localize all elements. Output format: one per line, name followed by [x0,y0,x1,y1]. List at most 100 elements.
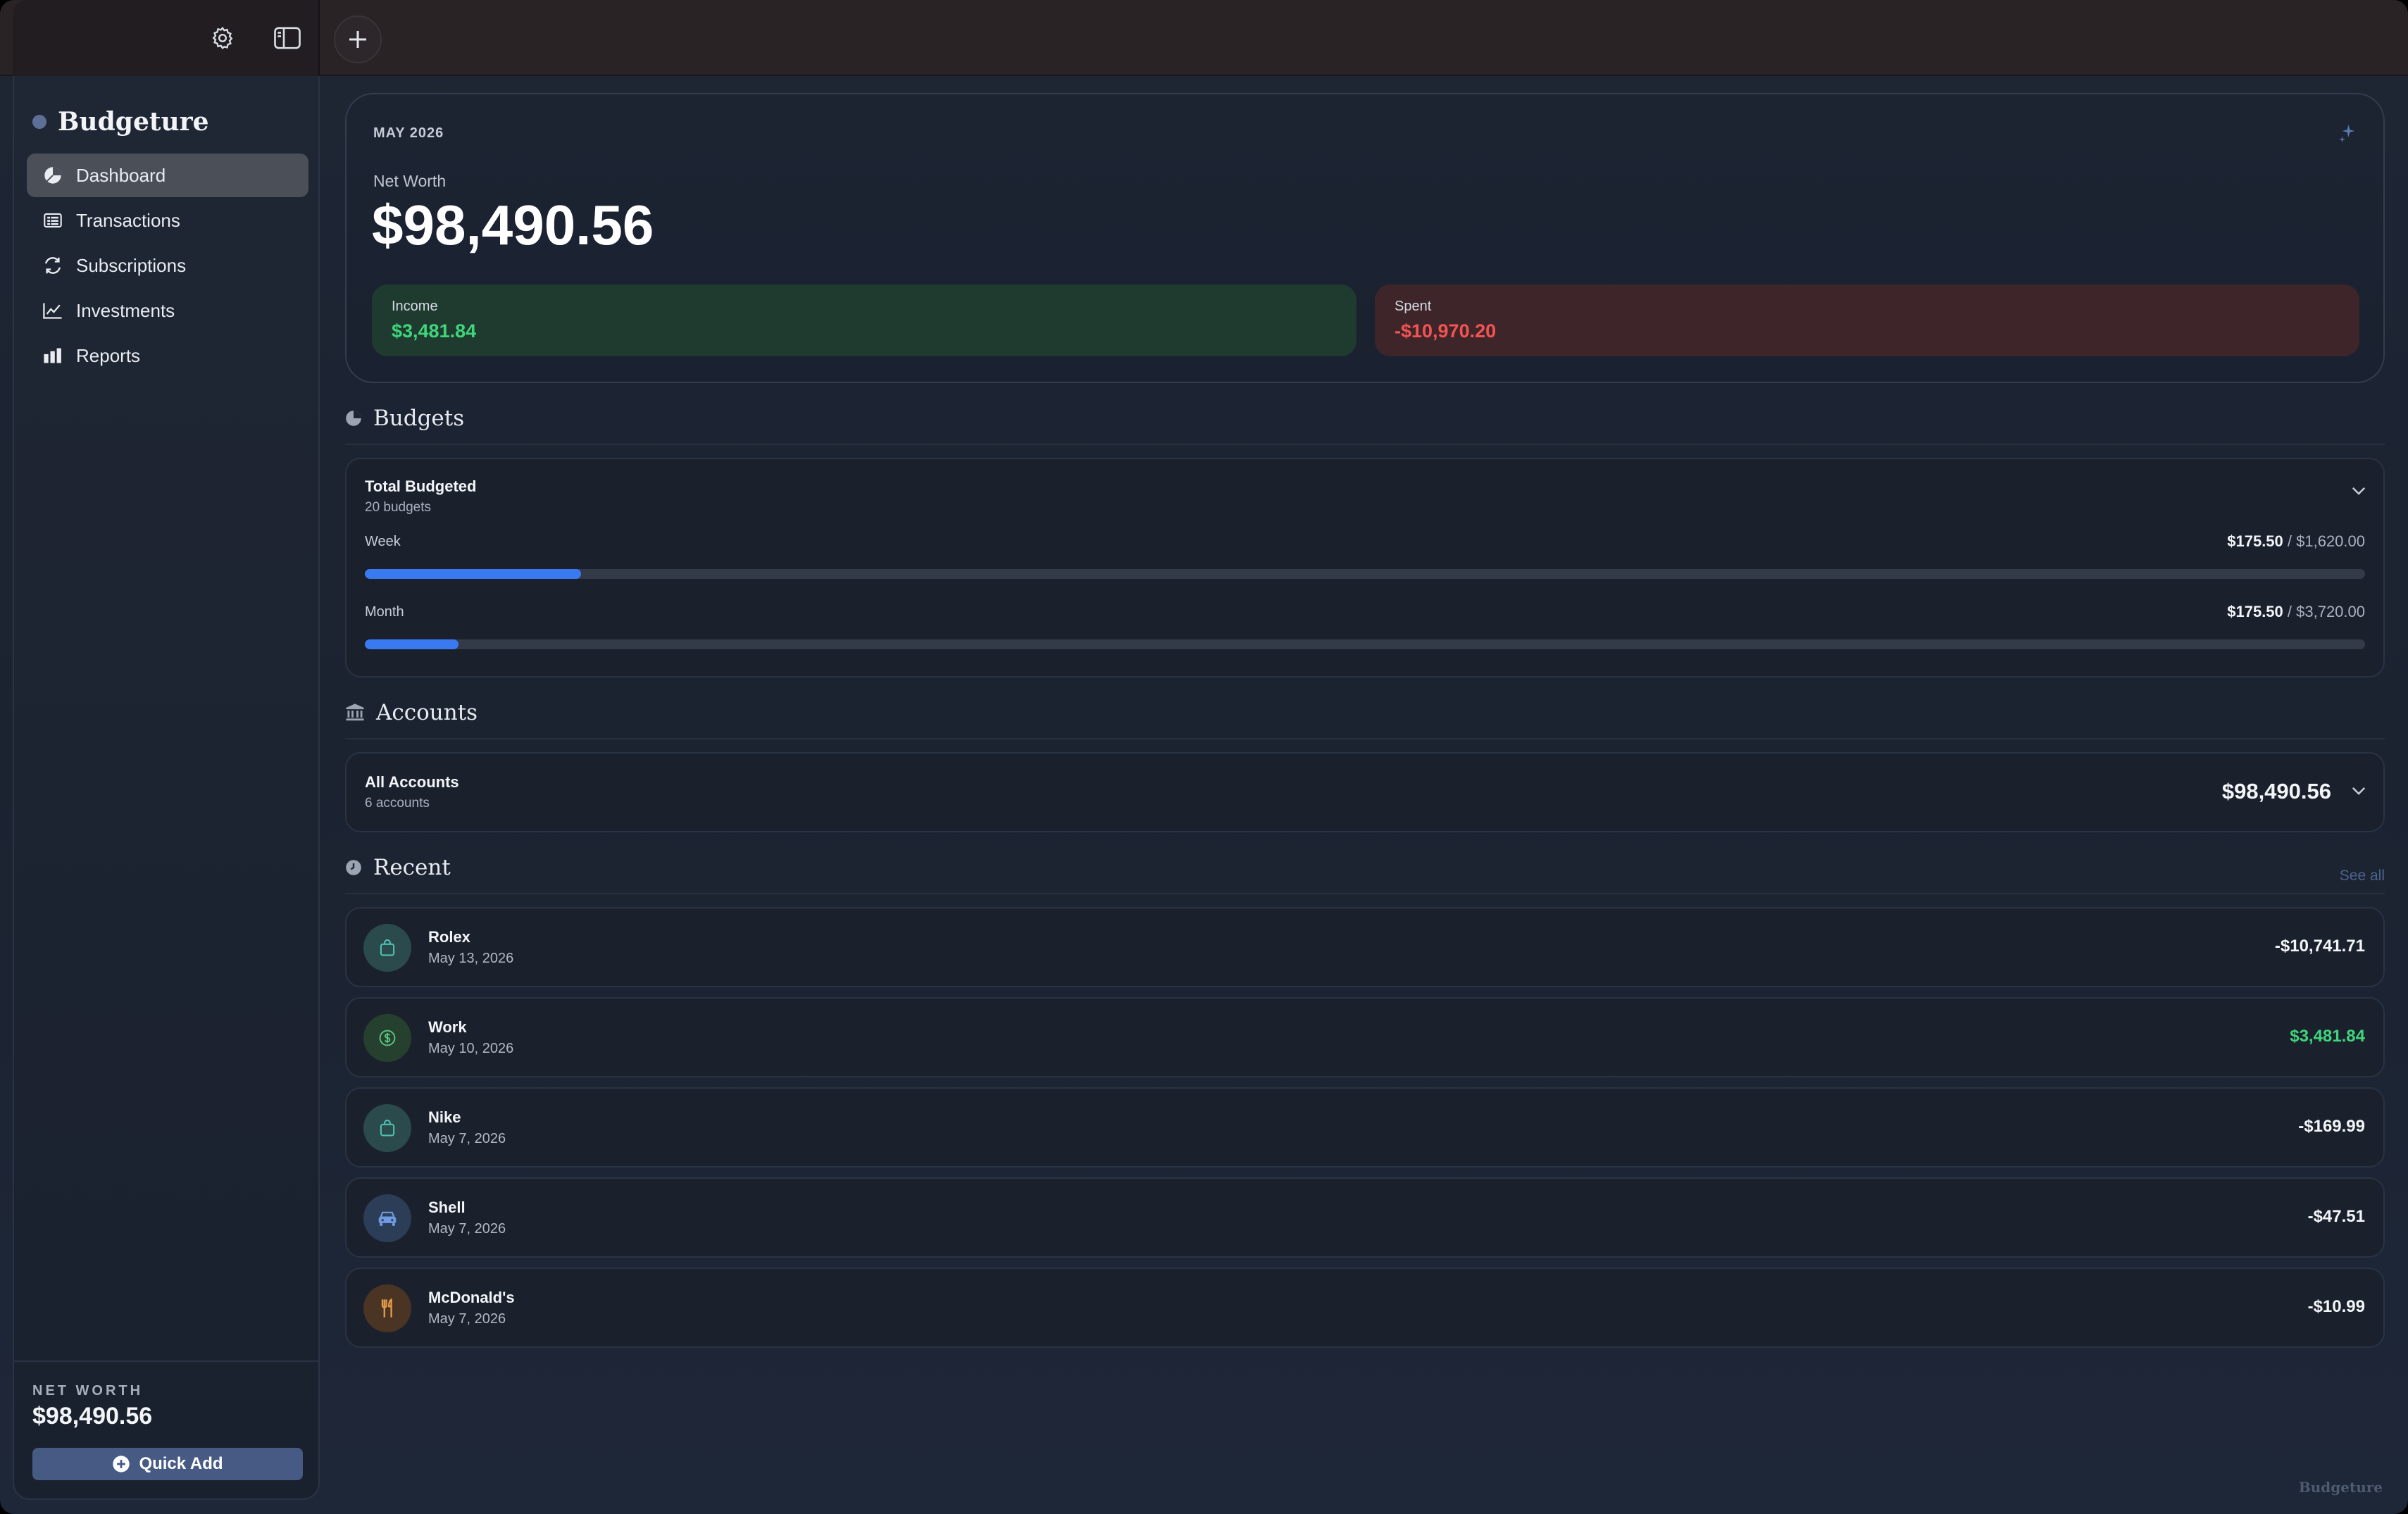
budget-progress-track [365,639,2365,649]
sidebar-net-worth-label: NET WORTH [32,1383,144,1399]
income-label: Income [392,299,438,314]
budget-progress-fill [365,569,581,579]
accounts-title: All Accounts [365,773,459,791]
sidebar-item-subscriptions[interactable]: Subscriptions [27,244,308,287]
bank-icon [346,703,364,721]
transaction-amount: $3,481.84 [2290,1027,2365,1046]
sidebar-toolbar [13,0,320,76]
transaction-name: McDonald's [428,1289,515,1306]
sidebar-footer: NET WORTH $98,490.56 Quick Add [14,1360,318,1499]
budgets-section-header: Budgets [345,393,2385,445]
accounts-card[interactable]: All Accounts 6 accounts $98,490.56 [345,752,2385,832]
sidebar-net-worth-value: $98,490.56 [32,1403,153,1429]
budget-row-label: Month [365,604,404,620]
income-pill: Income $3,481.84 [372,284,1356,356]
app-name: Budgeture [58,107,209,137]
section-title: Accounts [376,700,478,725]
sidebar-item-label: Dashboard [76,164,166,186]
section-title: Budgets [373,406,465,431]
recent-section-header: Recent See all [345,842,2385,894]
net-worth-value: $98,490.56 [372,194,654,256]
clock-icon [346,860,361,875]
transaction-row[interactable]: Nike May 7, 2026 -$169.99 [345,1087,2385,1168]
transaction-date: May 10, 2026 [428,1041,514,1056]
budget-total: $3,720.00 [2296,603,2365,620]
sidebar-item-label: Transactions [76,209,180,231]
sidebar-item-reports[interactable]: Reports [27,334,308,377]
add-button[interactable] [334,15,382,63]
sidebar-item-transactions[interactable]: Transactions [27,199,308,242]
transaction-name: Nike [428,1108,461,1126]
footer-brand: Budgeture [2298,1479,2383,1496]
pie-chart-icon [346,411,361,426]
budgets-title: Total Budgeted [365,477,477,495]
transaction-icon-circle [363,924,411,972]
see-all-link[interactable]: See all [2340,868,2385,884]
transaction-icon-circle [363,1014,411,1062]
accounts-subtitle: 6 accounts [365,796,430,811]
budgets-card[interactable]: Total Budgeted 20 budgets Week $175.50 /… [345,458,2385,677]
sidebar-item-label: Subscriptions [76,254,187,276]
line-chart-icon [42,300,63,321]
spent-label: Spent [1395,299,1432,314]
refresh-icon [42,255,63,276]
brand: Budgeture [32,107,209,137]
net-worth-label: Net Worth [373,172,447,190]
sidebar-item-label: Reports [76,344,141,366]
transaction-name: Work [428,1018,467,1036]
dollar-circle-icon [379,1030,396,1046]
spent-value: -$10,970.20 [1395,320,1497,342]
bar-chart-icon [42,345,63,366]
title-bar [0,0,2408,76]
section-title: Recent [373,855,451,880]
transaction-name: Rolex [428,928,470,946]
pie-chart-icon [42,165,63,186]
quick-add-label: Quick Add [139,1454,223,1473]
sparkle-icon[interactable] [2337,123,2358,147]
transaction-date: May 7, 2026 [428,1131,506,1146]
transaction-icon-circle [363,1284,411,1332]
budget-spent: $175.50 [2227,532,2283,550]
income-value: $3,481.84 [392,320,477,342]
sidebar-toggle-icon[interactable] [266,17,308,59]
budget-separator: / [2283,532,2297,550]
list-icon [42,210,63,231]
sidebar: Budgeture Dashboard Transactions Subscri… [13,76,320,1500]
transaction-icon-circle [363,1194,411,1242]
spent-pill: Spent -$10,970.20 [1375,284,2359,356]
chevron-down-icon[interactable] [2351,486,2366,499]
car-icon [378,1211,397,1226]
sidebar-item-label: Investments [76,299,175,321]
budget-total: $1,620.00 [2296,532,2365,550]
brand-dot-icon [32,115,46,129]
transaction-amount: -$10.99 [2307,1297,2365,1316]
sidebar-item-dashboard[interactable]: Dashboard [27,154,308,197]
transaction-row[interactable]: McDonald's May 7, 2026 -$10.99 [345,1268,2385,1348]
transaction-date: May 7, 2026 [428,1311,506,1327]
transaction-amount: -$47.51 [2307,1207,2365,1226]
net-worth-card: MAY 2026 Net Worth $98,490.56 Income $3,… [345,93,2385,383]
transaction-row[interactable]: Shell May 7, 2026 -$47.51 [345,1177,2385,1258]
transaction-date: May 13, 2026 [428,951,514,966]
accounts-total: $98,490.56 [2221,779,2331,803]
budget-progress-fill [365,639,459,649]
month-label: MAY 2026 [373,125,444,141]
app-window: Budgeture Dashboard Transactions Subscri… [0,0,2408,1514]
shopping-bag-icon [380,939,395,956]
sidebar-item-investments[interactable]: Investments [27,289,308,332]
budget-separator: / [2283,603,2297,620]
plus-circle-icon [113,1456,130,1472]
transaction-amount: -$169.99 [2298,1117,2365,1136]
transaction-row[interactable]: Rolex May 13, 2026 -$10,741.71 [345,907,2385,987]
budget-row-amount: $175.50 / $1,620.00 [2227,532,2365,551]
quick-add-button[interactable]: Quick Add [32,1448,303,1480]
transaction-row[interactable]: Work May 10, 2026 $3,481.84 [345,997,2385,1077]
gear-icon[interactable] [201,17,244,59]
fork-knife-icon [381,1299,392,1318]
chevron-down-icon[interactable] [2351,786,2366,799]
transaction-icon-circle [363,1104,411,1152]
plus-icon [349,31,366,48]
budget-row-amount: $175.50 / $3,720.00 [2227,603,2365,621]
shopping-bag-icon [380,1119,395,1137]
recent-list: Rolex May 13, 2026 -$10,741.71 Work May … [345,907,2385,1348]
